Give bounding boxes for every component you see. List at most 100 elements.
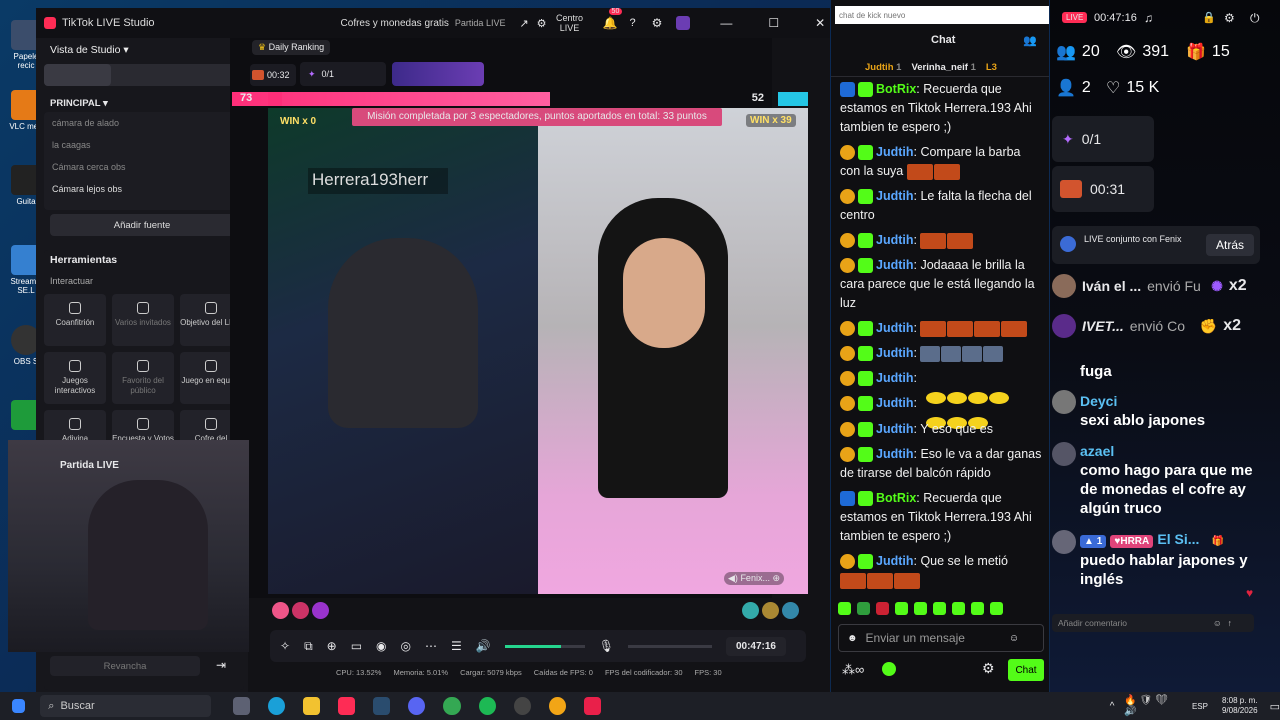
magic-icon[interactable]: ✧ (280, 639, 290, 653)
smile-icon[interactable]: ☺ (1009, 633, 1019, 644)
settings-icon[interactable]: ⚙ (652, 16, 663, 30)
emote-icon[interactable] (857, 602, 870, 615)
explorer-icon[interactable] (303, 697, 321, 715)
tool-interactive-games[interactable]: Juegos interactivos (44, 352, 106, 404)
avatar[interactable] (312, 602, 329, 619)
language-indicator[interactable]: ESP (1192, 702, 1208, 711)
pinned-user[interactable]: Verinha_neif 1 (911, 62, 975, 73)
power-icon[interactable]: ⏻ (1250, 11, 1260, 26)
comment-author[interactable]: Deyci (1080, 393, 1117, 409)
emote-icon[interactable] (971, 602, 984, 615)
notification-icon[interactable]: ▭ (1270, 700, 1280, 713)
chat-username[interactable]: Judtih (876, 145, 914, 159)
points-icon[interactable]: ⁂∞ (842, 662, 864, 678)
studio-view-dropdown[interactable]: Vista de Studio ▾ (50, 44, 129, 56)
avatar[interactable] (1052, 390, 1076, 414)
filter-icon[interactable]: ⊕ (327, 639, 337, 653)
emote-icon[interactable] (933, 602, 946, 615)
avatar[interactable] (782, 602, 799, 619)
volume-slider[interactable] (504, 644, 585, 648)
centro-live-button[interactable]: Centro LIVE (553, 13, 587, 33)
emote-icon[interactable] (952, 602, 965, 615)
bell-icon[interactable]: 🔔 50 (603, 8, 623, 30)
tiktok-icon[interactable] (338, 697, 356, 715)
tool-audience-favorite[interactable]: Favorito del público (112, 352, 174, 404)
avatar[interactable] (762, 602, 779, 619)
tool-multiguest[interactable]: Varios invitados (112, 294, 174, 346)
steam-icon[interactable] (373, 697, 391, 715)
emote-picker-icon[interactable]: ☻ (847, 633, 858, 644)
tool-guess[interactable]: Adivina (44, 410, 106, 444)
chat-username[interactable]: Judtih (876, 233, 914, 247)
help-icon[interactable]: ? (630, 17, 636, 29)
maximize-icon[interactable]: ☐ (768, 16, 779, 30)
avatar[interactable] (1052, 530, 1076, 554)
obs-icon[interactable] (513, 697, 531, 715)
settings-gear-icon[interactable]: ⚙ (982, 660, 995, 677)
emote-icon[interactable] (895, 602, 908, 615)
chrome-icon[interactable] (443, 697, 461, 715)
chat-username[interactable]: Judtih (876, 447, 914, 461)
chat-username[interactable]: Judtih (876, 189, 914, 203)
rematch-button[interactable]: Revancha (50, 656, 200, 676)
comment-input[interactable]: Añadir comentario ☺ ↑ (1052, 614, 1254, 632)
emote-icon[interactable] (876, 602, 889, 615)
close-icon[interactable]: ✕ (815, 16, 825, 30)
users-icon[interactable]: 👥 (1023, 34, 1037, 47)
source-item[interactable]: cámara de alado (44, 112, 244, 134)
effects-icon[interactable]: ⧉ (304, 639, 313, 654)
send-chat-button[interactable]: Chat (1008, 659, 1044, 681)
pinned-user[interactable]: L3 (986, 62, 997, 73)
edge-icon[interactable] (268, 697, 286, 715)
emote-icon[interactable] (914, 602, 927, 615)
source-item[interactable]: la caagas (44, 134, 244, 156)
music-icon[interactable]: ♫ (1144, 11, 1153, 25)
goal-widget[interactable]: ✦ 0/1 (300, 62, 386, 86)
chest-timer[interactable]: 00:32 (250, 64, 296, 86)
source-item[interactable]: Cámara lejos obs (44, 178, 244, 200)
source-item[interactable]: Cámara cerca obs (44, 156, 244, 178)
camera-icon[interactable]: ◎ (401, 639, 411, 653)
exit-icon[interactable]: ⇥ (216, 658, 226, 672)
emote-icon[interactable] (990, 602, 1003, 615)
avatar[interactable] (742, 602, 759, 619)
emote-icon[interactable] (838, 602, 851, 615)
gear-icon[interactable]: ⚙ (537, 17, 547, 30)
goal-card[interactable]: ✦ 0/1 (1052, 116, 1154, 162)
tool-poll[interactable]: Encuesta y Votos con (112, 410, 174, 453)
kick-search-input[interactable] (835, 6, 1049, 24)
chat-username[interactable]: Judtih (876, 371, 914, 385)
chat-username[interactable]: Judtih (876, 554, 914, 568)
avatar[interactable] (1052, 314, 1076, 338)
mixer-icon[interactable]: ☰ (451, 639, 462, 653)
pinned-user[interactable]: Judtih 1 (865, 62, 901, 73)
mic-slider[interactable] (627, 644, 712, 648)
clock[interactable]: 8:08 p. m. 9/08/2026 (1222, 696, 1258, 716)
kick-logo-icon[interactable] (882, 662, 896, 676)
tray-icons[interactable]: 🔥 🛡 ❤ 🔊 (1124, 695, 1180, 717)
avatar[interactable] (1052, 274, 1076, 298)
windows-start-icon[interactable] (12, 699, 26, 713)
avatar[interactable] (1052, 442, 1076, 466)
chat-input-box[interactable]: ☻ Enviar un mensaje ☺ (838, 624, 1044, 652)
emoji-icon[interactable]: ☺ (1213, 618, 1222, 628)
share-icon[interactable]: ↗ (519, 17, 528, 30)
screen-icon[interactable]: ▭ (351, 639, 362, 653)
music-banner[interactable] (392, 62, 484, 86)
minimize-icon[interactable]: — (720, 16, 732, 30)
more-icon[interactable]: ⋯ (425, 639, 437, 653)
mic-icon[interactable]: 🎙 (599, 639, 614, 653)
comment-author[interactable]: El Si... (1157, 531, 1199, 547)
lock-icon[interactable]: 🔒 (1202, 11, 1216, 24)
volume-icon[interactable]: 🔊 (476, 639, 491, 653)
tool-cohost[interactable]: Coanfitrión (44, 294, 106, 346)
guest-tag[interactable]: ◀) Fenix... ⊕ (724, 572, 785, 585)
send-icon[interactable]: ↑ (1228, 618, 1232, 628)
chat-username[interactable]: Judtih (876, 321, 914, 335)
chat-username[interactable]: Judtih (876, 346, 914, 360)
add-source-button[interactable]: Añadir fuente (50, 214, 234, 236)
chat-username[interactable]: Judtih (876, 396, 914, 410)
discord-icon[interactable] (408, 697, 426, 715)
avatar[interactable] (292, 602, 309, 619)
taskbar-search[interactable]: ⌕ Buscar (40, 695, 212, 717)
